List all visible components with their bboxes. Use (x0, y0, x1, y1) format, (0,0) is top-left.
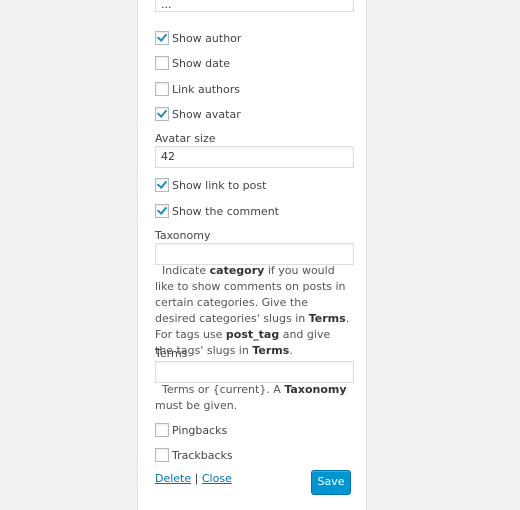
link-authors-label: Link authors (172, 82, 241, 96)
action-separator: | (194, 472, 199, 485)
widget-settings-panel: ... Show author Show date Link authors S… (137, 0, 367, 510)
trackbacks-checkbox[interactable] (155, 448, 169, 462)
show-avatar-label: Show avatar (172, 107, 241, 121)
show-author-checkbox[interactable] (155, 31, 169, 45)
avatar-size-label: Avatar size (155, 132, 216, 145)
avatar-size-input[interactable]: 42 (155, 146, 354, 168)
delete-link[interactable]: Delete (155, 472, 191, 485)
link-authors-option[interactable]: Link authors (155, 82, 240, 96)
save-button[interactable]: Save (311, 470, 351, 495)
close-link[interactable]: Close (202, 472, 232, 485)
show-comment-checkbox[interactable] (155, 204, 169, 218)
show-date-label: Show date (172, 56, 230, 70)
show-date-checkbox[interactable] (155, 56, 169, 70)
taxonomy-help-text: Indicate category if you would like to s… (155, 264, 350, 357)
top-text-input[interactable]: ... (155, 0, 354, 12)
terms-input[interactable] (155, 361, 354, 383)
taxonomy-input[interactable] (155, 243, 354, 265)
trackbacks-option[interactable]: Trackbacks (155, 448, 233, 462)
show-link-to-post-checkbox[interactable] (155, 178, 169, 192)
taxonomy-label: Taxonomy (155, 229, 211, 242)
terms-label: Terms (155, 347, 188, 360)
show-date-option[interactable]: Show date (155, 56, 230, 70)
show-comment-option[interactable]: Show the comment (155, 204, 279, 218)
show-comment-label: Show the comment (172, 204, 279, 218)
show-author-option[interactable]: Show author (155, 31, 241, 45)
show-link-to-post-option[interactable]: Show link to post (155, 178, 266, 192)
trackbacks-label: Trackbacks (172, 448, 233, 462)
pingbacks-label: Pingbacks (172, 423, 228, 437)
pingbacks-checkbox[interactable] (155, 423, 169, 437)
widget-control-actions: Delete | Close (155, 472, 232, 485)
show-author-label: Show author (172, 31, 242, 45)
pingbacks-option[interactable]: Pingbacks (155, 423, 227, 437)
terms-help-text: Terms or {current}. A Taxonomy must be g… (155, 383, 347, 412)
show-avatar-checkbox[interactable] (155, 107, 169, 121)
show-avatar-option[interactable]: Show avatar (155, 107, 241, 121)
show-link-to-post-label: Show link to post (172, 178, 267, 192)
link-authors-checkbox[interactable] (155, 82, 169, 96)
